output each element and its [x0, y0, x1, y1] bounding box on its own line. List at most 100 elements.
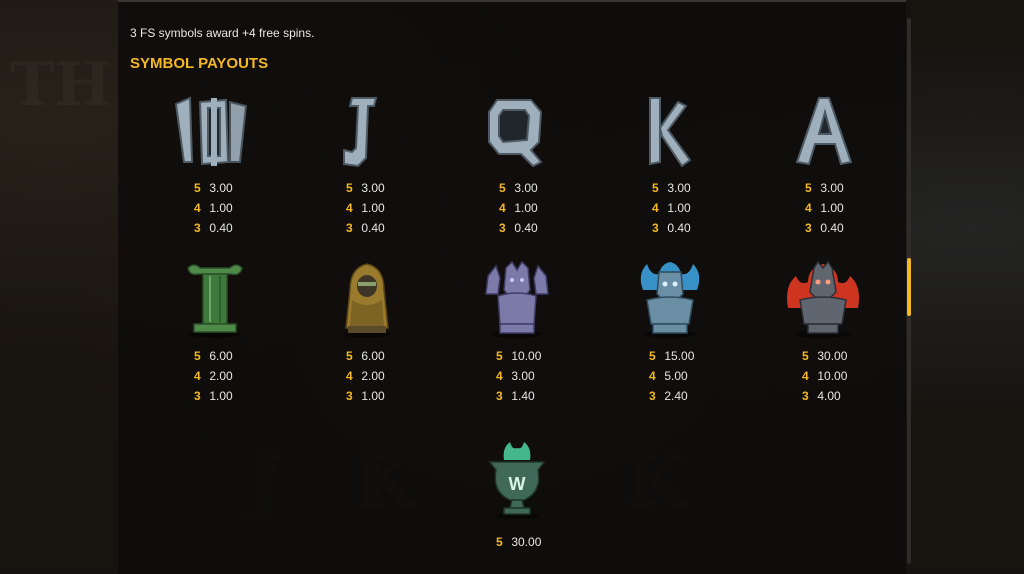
payout-count: 5: [496, 535, 503, 549]
payout-value: 2.00: [361, 369, 385, 383]
cerberus-icon: [485, 260, 549, 338]
payout-value: 4.00: [817, 389, 841, 403]
payout-row: 3 0.40: [499, 218, 538, 238]
payout-row: 4 1.00: [652, 198, 691, 218]
payout-count: 4: [194, 201, 201, 215]
payout-count: 3: [805, 221, 812, 235]
payout-count: 5: [346, 181, 353, 195]
payout-row: 5 3.00: [499, 178, 538, 198]
payout-row: 3 4.00: [802, 386, 847, 406]
payout-count: 4: [499, 201, 506, 215]
payout-list: 5 10.00 4 3.00 3 1.40: [496, 346, 541, 406]
payout-value: 2.00: [209, 369, 233, 383]
payout-row: 5 3.00: [805, 178, 844, 198]
payout-value: 3.00: [820, 181, 844, 195]
payout-count: 3: [496, 389, 503, 403]
payout-value: 0.40: [514, 221, 538, 235]
payout-row: 3 0.40: [346, 218, 385, 238]
payout-count: 3: [649, 389, 656, 403]
payout-value: 15.00: [664, 349, 695, 363]
payout-count: 5: [652, 181, 659, 195]
scrollbar-thumb[interactable]: [907, 258, 911, 316]
payout-count: 5: [802, 349, 809, 363]
payout-row: 3 0.40: [194, 218, 233, 238]
payout-row: 3 1.40: [496, 386, 541, 406]
payout-value: 3.00: [511, 369, 535, 383]
payout-count: 4: [652, 201, 659, 215]
payout-count: 5: [496, 349, 503, 363]
payout-count: 4: [802, 369, 809, 383]
payout-value: 1.00: [361, 389, 385, 403]
payout-count: 4: [805, 201, 812, 215]
payout-list: 5 30.00 4 10.00 3 4.00: [802, 346, 847, 406]
payout-count: 3: [802, 389, 809, 403]
payout-value: 3.00: [209, 181, 233, 195]
payout-row: 3 0.40: [652, 218, 691, 238]
payout-row: 5 15.00: [649, 346, 694, 366]
payout-row: 5 6.00: [194, 346, 233, 366]
payout-value: 0.40: [667, 221, 691, 235]
payout-row: 4 1.00: [346, 198, 385, 218]
payout-row: 4 1.00: [805, 198, 844, 218]
payout-value: 3.00: [514, 181, 538, 195]
wild-urn-icon: W: [488, 442, 546, 519]
payout-row: 5 3.00: [194, 178, 233, 198]
blue-flame-god-icon: [640, 262, 700, 338]
payout-list: 5 6.00 4 2.00 3 1.00: [194, 346, 233, 406]
payout-list: 5 3.00 4 1.00 3 0.40: [346, 178, 385, 238]
green-column-icon: [187, 264, 243, 338]
payout-count: 3: [194, 221, 201, 235]
free-spins-info: 3 FS symbols award +4 free spins.: [130, 26, 315, 40]
payout-row: 4 2.00: [346, 366, 385, 386]
payout-row: 5 10.00: [496, 346, 541, 366]
payout-value: 6.00: [361, 349, 385, 363]
payout-value: 6.00: [209, 349, 233, 363]
payout-count: 5: [649, 349, 656, 363]
payout-value: 10.00: [817, 369, 848, 383]
hooded-figure-icon: [343, 263, 391, 338]
payout-count: 3: [194, 389, 201, 403]
payout-row: 4 1.00: [499, 198, 538, 218]
payout-row: 5 3.00: [346, 178, 385, 198]
payout-count: 3: [346, 389, 353, 403]
payout-count: 4: [346, 201, 353, 215]
payout-row: 5 6.00: [346, 346, 385, 366]
payout-count: 5: [346, 349, 353, 363]
payout-value: 3.00: [361, 181, 385, 195]
payout-value: 30.00: [511, 535, 542, 549]
payout-value: 5.00: [664, 369, 688, 383]
payout-value: 1.00: [820, 201, 844, 215]
payout-value: 30.00: [817, 349, 848, 363]
payout-row: 5 3.00: [652, 178, 691, 198]
payout-value: 0.40: [820, 221, 844, 235]
payout-count: 3: [346, 221, 353, 235]
payout-count: 5: [194, 349, 201, 363]
payout-list: 5 3.00 4 1.00 3 0.40: [194, 178, 233, 238]
payout-count: 4: [496, 369, 503, 383]
payout-count: 5: [194, 181, 201, 195]
payout-row: 5 30.00: [802, 346, 847, 366]
payout-value: 1.00: [667, 201, 691, 215]
red-flame-god-icon: [787, 260, 859, 338]
payout-count: 4: [194, 369, 201, 383]
payout-value: 2.40: [664, 389, 688, 403]
payout-count: 4: [649, 369, 656, 383]
payout-row: 3 2.40: [649, 386, 694, 406]
queen-icon: [488, 99, 543, 168]
ten-icon: [174, 96, 248, 166]
payout-value: 1.00: [361, 201, 385, 215]
payout-count: 5: [499, 181, 506, 195]
payout-count: 3: [499, 221, 506, 235]
payout-row: 4 1.00: [194, 198, 233, 218]
payout-value: 1.00: [209, 201, 233, 215]
payout-count: 5: [805, 181, 812, 195]
payout-list: 5 15.00 4 5.00 3 2.40: [649, 346, 694, 406]
payout-list: 5 3.00 4 1.00 3 0.40: [805, 178, 844, 238]
payout-row: 5 30.00: [496, 532, 541, 552]
payout-value: 0.40: [209, 221, 233, 235]
payout-value: 10.00: [511, 349, 542, 363]
payout-list: 5 6.00 4 2.00 3 1.00: [346, 346, 385, 406]
payout-count: 4: [346, 369, 353, 383]
background-decoration: TH: [10, 50, 112, 120]
payout-count: 3: [652, 221, 659, 235]
